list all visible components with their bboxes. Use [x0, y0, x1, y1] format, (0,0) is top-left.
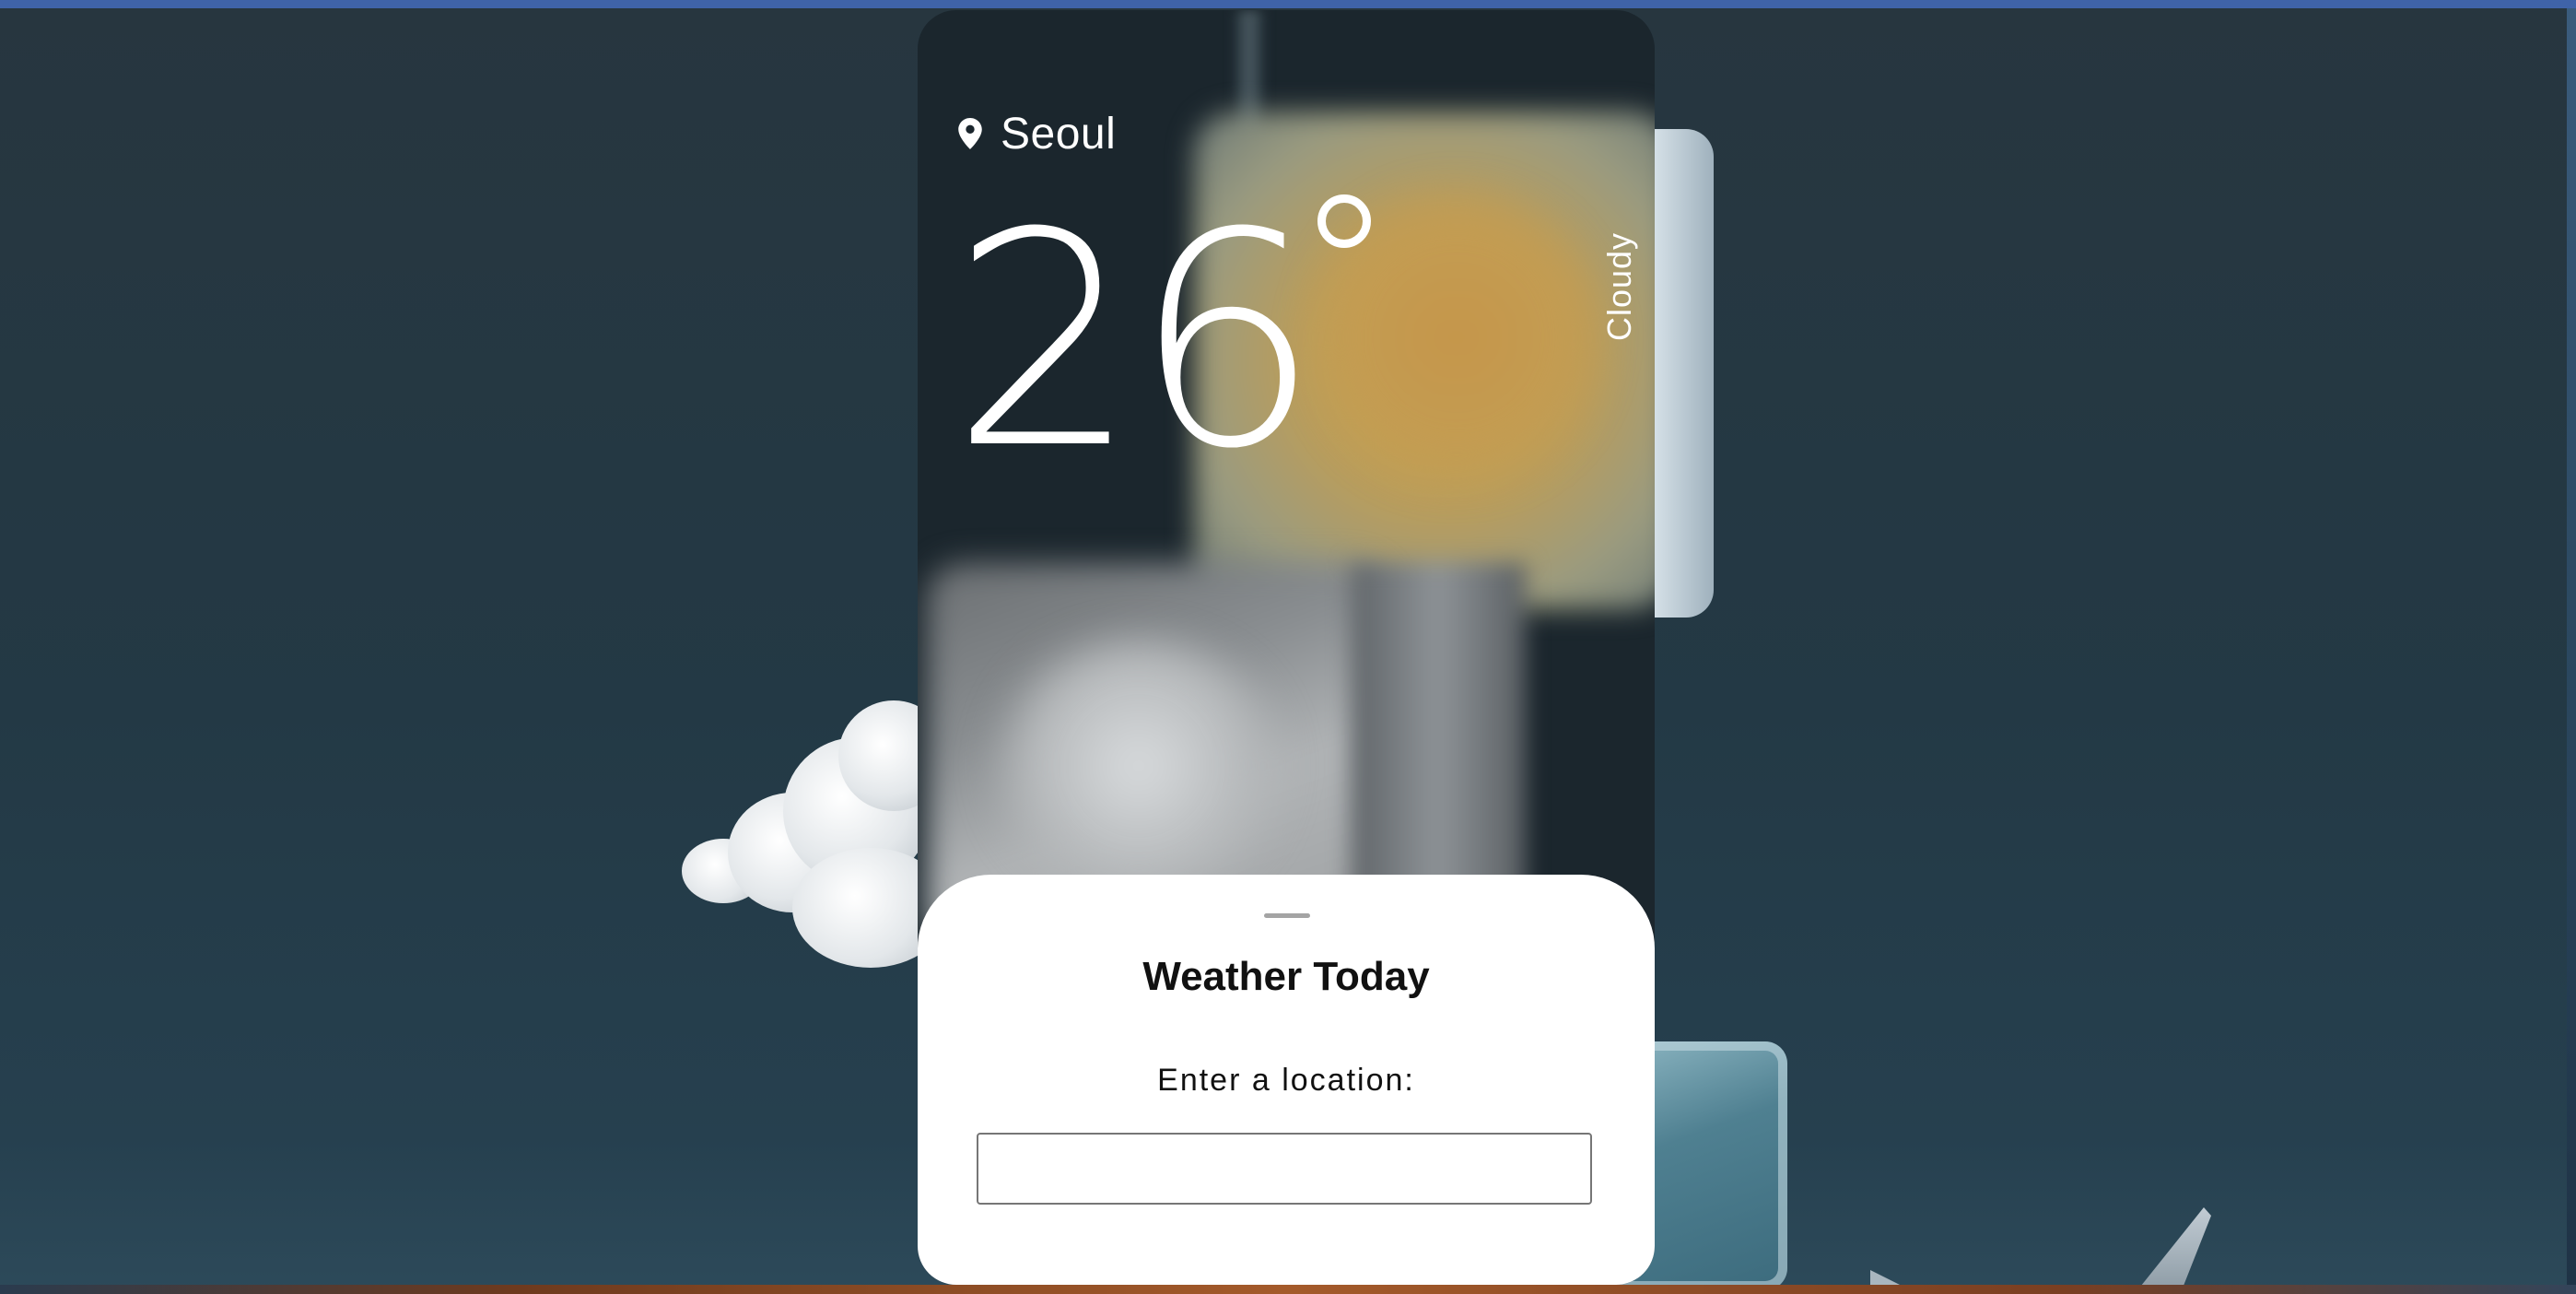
location-input[interactable] [977, 1133, 1592, 1205]
cloud-puff-illustration [991, 637, 1286, 895]
location-input-label: Enter a location: [1157, 1063, 1415, 1098]
weather-card: Seoul 26 Cloudy Weather Today Enter a lo… [918, 10, 1655, 1285]
background-cloud-decoration [682, 682, 958, 977]
window-right-edge [2567, 8, 2576, 1285]
location-header: Seoul [958, 106, 1116, 161]
sheet-title: Weather Today [1142, 954, 1430, 999]
temperature-value: 26 [951, 171, 1320, 513]
degree-symbol [1317, 194, 1371, 248]
bottom-sheet: Weather Today Enter a location: [918, 875, 1655, 1285]
location-name: Seoul [1001, 109, 1117, 159]
window-top-strip [0, 0, 2576, 8]
weather-condition: Cloudy [1600, 231, 1638, 342]
map-pin-icon [958, 118, 982, 149]
sheet-drag-handle[interactable] [1264, 913, 1310, 918]
window-bottom-strip [0, 1285, 2576, 1294]
background-wing-decoration [2137, 1207, 2211, 1290]
